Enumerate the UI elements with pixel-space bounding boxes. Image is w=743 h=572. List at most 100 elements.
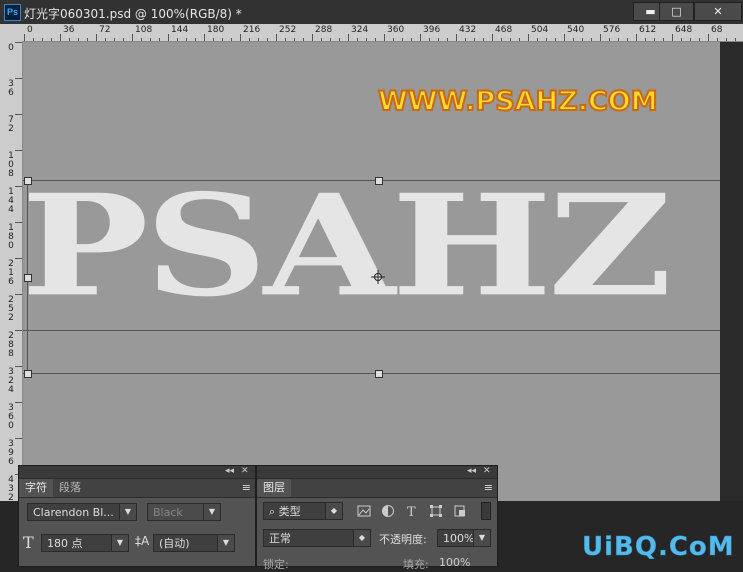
svg-text:T: T — [407, 505, 416, 518]
ruler-label: 72 — [8, 115, 14, 134]
transform-handle[interactable] — [375, 370, 383, 378]
ruler-tick — [456, 34, 457, 41]
font-style-dropdown[interactable]: Black ▼ — [147, 503, 221, 521]
ruler-tick — [141, 38, 142, 41]
layers-panel-tabs: 图层 ≡ — [257, 479, 497, 498]
ruler-tick — [204, 34, 205, 41]
ruler-label: 144 — [8, 187, 14, 215]
ruler-tick — [15, 114, 22, 115]
ruler-tick — [519, 38, 520, 41]
type-filter-icon[interactable]: T — [405, 504, 419, 518]
panel-menu-icon[interactable]: ≡ — [484, 479, 493, 497]
ruler-tick — [33, 38, 34, 41]
main-text-layer[interactable]: PSAHZ — [23, 164, 672, 328]
ruler-tick — [555, 38, 556, 41]
document-title-bar: Ps 灯光字060301.psd @ 100%(RGB/8) * ▬ □ ✕ — [0, 0, 743, 25]
vertical-ruler[interactable]: 0 36 72 108 144 180 216 252 288 324 360 396 432 — [0, 41, 23, 501]
shape-filter-icon[interactable] — [429, 504, 443, 518]
ruler-tick — [528, 34, 529, 41]
ruler-tick — [384, 34, 385, 41]
transform-handle[interactable] — [24, 370, 32, 378]
transform-handle[interactable] — [24, 177, 32, 185]
ruler-tick — [618, 38, 619, 41]
watermark-text-layer[interactable]: WWW.PSAHZ.COM — [377, 85, 659, 118]
ruler-tick — [321, 38, 322, 41]
font-size-dropdown[interactable]: 180 点 ▼ — [41, 534, 129, 552]
blend-mode-dropdown[interactable]: 正常 ◆ — [263, 529, 371, 547]
leading-value: (自动) — [159, 537, 190, 550]
transform-handle[interactable] — [24, 274, 32, 282]
smart-object-filter-icon[interactable] — [453, 504, 467, 518]
reference-point-icon[interactable] — [371, 270, 385, 284]
site-watermark: UiBQ.CoM — [582, 532, 735, 563]
transform-handle[interactable] — [375, 177, 383, 185]
panel-header: ◂◂ ✕ — [19, 466, 255, 479]
font-family-dropdown[interactable]: Clarendon Bl... ▼ — [27, 503, 137, 521]
ruler-tick — [375, 38, 376, 41]
tab-paragraph[interactable]: 段落 — [53, 479, 87, 497]
font-family-value: Clarendon Bl... — [33, 506, 114, 519]
photoshop-logo-icon: Ps — [4, 4, 21, 21]
ruler-label: 576 — [603, 25, 621, 35]
ruler-label: 468 — [495, 25, 513, 35]
layers-panel: ◂◂ ✕ 图层 ≡ ⌕ 类型 ◆ T 正常 ◆ 不透明度: 100% ▼ 锁定:… — [256, 465, 498, 571]
ruler-tick — [222, 38, 223, 41]
maximize-button[interactable]: □ — [659, 2, 694, 21]
ruler-tick — [726, 38, 727, 41]
ruler-tick — [69, 38, 70, 41]
adjustment-filter-icon[interactable] — [381, 504, 395, 518]
ruler-tick — [447, 38, 448, 41]
chevron-down-icon: ▼ — [119, 504, 136, 520]
ruler-tick — [114, 38, 115, 41]
collapse-panel-icon[interactable]: ◂◂ — [225, 466, 234, 476]
ruler-tick — [330, 38, 331, 41]
tab-layers[interactable]: 图层 — [257, 479, 291, 497]
character-panel-tabs: 字符 段落 ≡ — [19, 479, 255, 498]
ruler-tick — [15, 366, 22, 367]
filter-toggle[interactable] — [481, 502, 491, 520]
ruler-label: 252 — [279, 25, 297, 35]
ruler-tick — [15, 294, 22, 295]
panel-header: ◂◂ ✕ — [257, 466, 497, 479]
document-canvas[interactable]: WWW.PSAHZ.COM PSAHZ — [23, 42, 720, 501]
ruler-tick — [627, 38, 628, 41]
chevron-updown-icon: ◆ — [353, 530, 370, 546]
ruler-tick — [645, 38, 646, 41]
close-panel-icon[interactable]: ✕ — [483, 466, 491, 476]
tab-character[interactable]: 字符 — [19, 479, 53, 497]
ruler-tick — [15, 438, 22, 439]
ruler-origin[interactable] — [0, 24, 23, 42]
ruler-tick — [483, 38, 484, 41]
guide-line[interactable] — [23, 180, 720, 181]
ruler-tick — [582, 38, 583, 41]
chevron-updown-icon: ◆ — [325, 503, 342, 519]
ruler-label: 216 — [8, 259, 14, 287]
layer-filter-dropdown[interactable]: ⌕ 类型 ◆ — [263, 502, 343, 520]
image-filter-icon[interactable] — [357, 504, 371, 518]
canvas-scroll-area — [720, 42, 743, 501]
horizontal-ruler[interactable]: 0 36 72 108 144 180 216 252 288 324 360 396 432 468 50… — [22, 24, 743, 42]
ruler-tick — [690, 38, 691, 41]
ruler-tick — [537, 38, 538, 41]
fill-label: 填充: — [403, 558, 429, 571]
ruler-tick — [672, 34, 673, 41]
ruler-tick — [213, 38, 214, 41]
close-panel-icon[interactable]: ✕ — [241, 466, 249, 476]
ruler-label: 72 — [99, 25, 111, 35]
panel-menu-icon[interactable]: ≡ — [242, 479, 251, 497]
opacity-input[interactable]: 100% ▼ — [437, 529, 491, 547]
font-size-icon: T — [23, 533, 34, 552]
collapse-panel-icon[interactable]: ◂◂ — [467, 466, 476, 476]
ruler-tick — [303, 38, 304, 41]
ruler-tick — [15, 42, 22, 43]
ruler-tick — [699, 38, 700, 41]
ruler-tick — [15, 330, 22, 331]
guide-line[interactable] — [23, 330, 720, 331]
leading-dropdown[interactable]: (自动) ▼ — [153, 534, 235, 552]
ruler-tick — [636, 34, 637, 41]
guide-line[interactable] — [23, 373, 720, 374]
close-button[interactable]: ✕ — [694, 2, 742, 21]
ruler-tick — [411, 38, 412, 41]
ruler-tick — [429, 38, 430, 41]
ruler-tick — [186, 38, 187, 41]
